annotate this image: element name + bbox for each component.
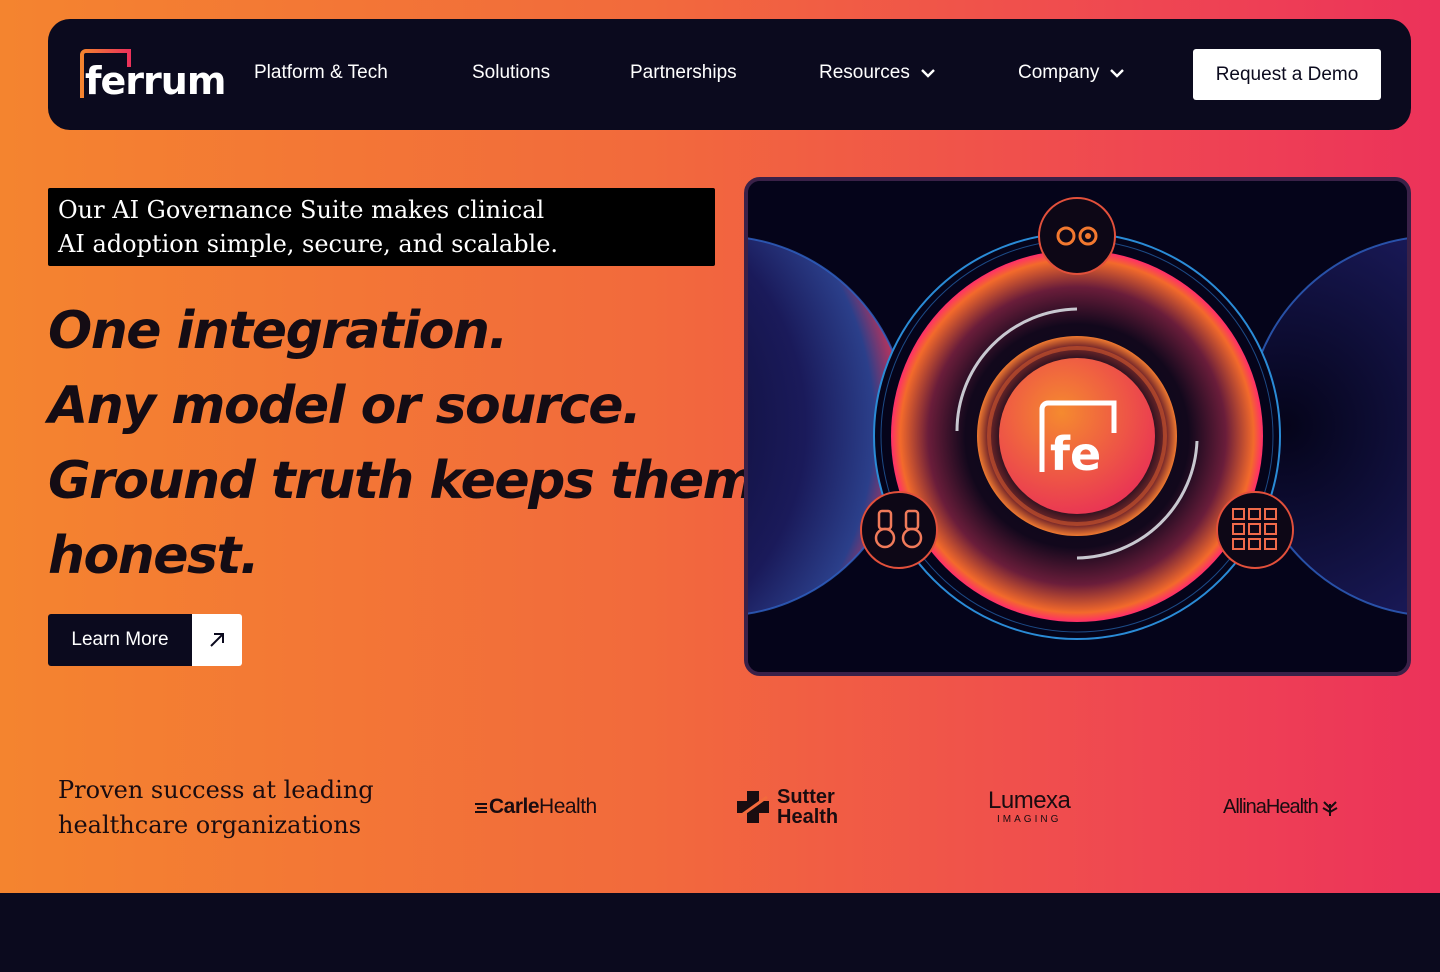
carle-speed-lines-icon — [475, 803, 487, 813]
platform-illustration: fe — [744, 177, 1411, 676]
carle-health-logo: Carle Health — [475, 795, 597, 819]
orbit-graphic: fe — [748, 181, 1407, 672]
ferrum-logo[interactable]: ferrum — [77, 47, 226, 105]
logo-text: Carle — [489, 795, 540, 818]
nav-resources[interactable]: Resources — [819, 62, 936, 84]
heading-line: Proven success at leading — [58, 776, 374, 804]
nav-label: Partnerships — [630, 62, 737, 83]
logo-text: Lumexa — [988, 787, 1071, 814]
nav-partnerships[interactable]: Partnerships — [630, 62, 737, 84]
core-logo-text: fe — [1050, 427, 1101, 481]
learn-more-button[interactable]: Learn More — [48, 614, 242, 666]
nav-label: Solutions — [472, 62, 551, 83]
nav-label: Platform & Tech — [254, 62, 388, 83]
heading-line: healthcare organizations — [58, 811, 362, 839]
hero-tagline: Our AI Governance Suite makes clinical A… — [48, 188, 715, 266]
learn-more-label: Learn More — [48, 614, 192, 666]
logo-text: Allina — [1223, 796, 1267, 818]
logo-wordmark: ferrum — [85, 59, 226, 103]
headline-line: Any model or source. — [48, 376, 642, 436]
sutter-health-logo: Sutter Health — [733, 787, 838, 827]
logo-text: Health — [539, 795, 597, 818]
nav-label: Company — [1018, 62, 1100, 83]
nav-company[interactable]: Company — [1018, 62, 1125, 84]
logo-text: Health — [1265, 796, 1319, 818]
hero-headline: One integration. Any model or source. Gr… — [48, 294, 757, 594]
binoculars-icon — [860, 491, 938, 569]
headline-line: Ground truth keeps them — [48, 451, 757, 511]
allina-health-logo: Allina Health — [1223, 796, 1340, 819]
chevron-down-icon — [1110, 69, 1125, 78]
next-section — [0, 893, 1440, 972]
arrow-up-right-icon — [192, 614, 242, 666]
request-demo-button[interactable]: Request a Demo — [1193, 49, 1381, 100]
headline-line: One integration. — [48, 301, 508, 361]
headline-line: honest. — [48, 526, 260, 586]
logo-text: IMAGING — [997, 814, 1062, 825]
infinity-icon — [1038, 197, 1116, 275]
nav-label: Resources — [819, 62, 910, 83]
logo-text: Health — [777, 806, 839, 828]
nav-solutions[interactable]: Solutions — [472, 62, 550, 84]
lumexa-imaging-logo: Lumexa IMAGING — [988, 787, 1071, 826]
chevron-down-icon — [920, 69, 935, 78]
allina-leaf-icon — [1322, 800, 1338, 816]
logo-text: Sutter — [777, 786, 835, 808]
grid-icon — [1216, 491, 1294, 569]
sutter-cross-icon — [737, 791, 769, 823]
nav-platform-tech[interactable]: Platform & Tech — [254, 62, 388, 84]
proven-success-heading: Proven success at leading healthcare org… — [58, 773, 418, 843]
tagline-line: AI adoption simple, secure, and scalable… — [58, 230, 559, 258]
top-navigation: ferrum Platform & Tech Solutions Partner… — [48, 19, 1411, 130]
tagline-line: Our AI Governance Suite makes clinical — [58, 196, 545, 224]
